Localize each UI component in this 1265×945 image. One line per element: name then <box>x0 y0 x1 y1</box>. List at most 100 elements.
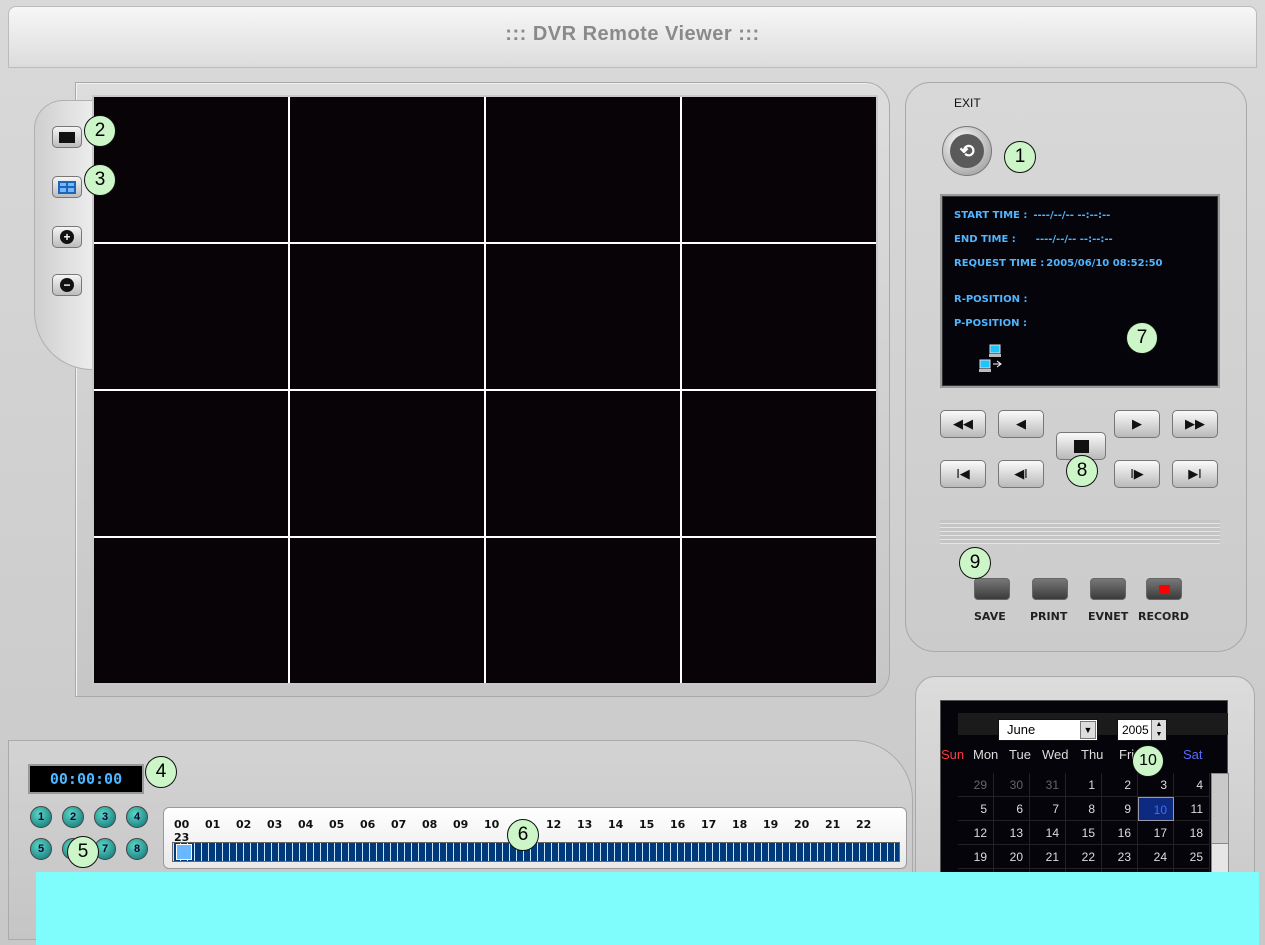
channel-view[interactable] <box>290 391 484 536</box>
channel-3-button[interactable]: 3 <box>94 806 116 828</box>
step-back-button[interactable]: ◀I <box>998 460 1044 488</box>
calendar-day[interactable]: 30 <box>994 773 1030 797</box>
timeline-track[interactable] <box>172 842 900 862</box>
channel-view[interactable] <box>94 97 288 242</box>
event-button[interactable] <box>1090 578 1126 600</box>
channel-view[interactable] <box>682 538 876 683</box>
calendar-day[interactable]: 23 <box>1102 845 1138 869</box>
single-view-button[interactable] <box>52 126 82 148</box>
channel-view[interactable] <box>94 244 288 389</box>
zoom-out-button[interactable]: − <box>52 274 82 296</box>
channel-5-button[interactable]: 5 <box>30 838 52 860</box>
channel-view[interactable] <box>290 244 484 389</box>
exit-button[interactable]: ⟲ <box>942 126 992 176</box>
record-label: RECORD <box>1138 610 1190 623</box>
month-value: June <box>1007 722 1036 737</box>
last-frame-button[interactable]: ▶I <box>1172 460 1218 488</box>
hour-label: 02 <box>236 818 252 831</box>
hour-label: 14 <box>608 818 624 831</box>
calendar-day[interactable]: 20 <box>994 845 1030 869</box>
calendar-day[interactable]: 15 <box>1066 821 1102 845</box>
calendar-day[interactable]: 5 <box>958 797 994 821</box>
network-computer-icon <box>979 344 1002 372</box>
callout-5: 5 <box>67 836 99 868</box>
end-time-value: ----/--/-- --:--:-- <box>1035 234 1113 245</box>
first-frame-button[interactable]: I◀ <box>940 460 986 488</box>
calendar-day[interactable]: 18 <box>1174 821 1210 845</box>
step-forward-button[interactable]: I▶ <box>1114 460 1160 488</box>
calendar-day[interactable]: 16 <box>1102 821 1138 845</box>
channel-4-button[interactable]: 4 <box>126 806 148 828</box>
end-time-label: END TIME : <box>954 234 1016 245</box>
r-position-label: R-POSITION : <box>954 294 1028 305</box>
calendar-day[interactable]: 8 <box>1066 797 1102 821</box>
zoom-in-button[interactable]: + <box>52 226 82 248</box>
channel-view[interactable] <box>486 97 680 242</box>
print-button[interactable] <box>1032 578 1068 600</box>
channel-8-button[interactable]: 8 <box>126 838 148 860</box>
calendar-day[interactable]: 13 <box>994 821 1030 845</box>
channel-2-button[interactable]: 2 <box>62 806 84 828</box>
rewind-button[interactable]: ◀◀ <box>940 410 986 438</box>
scroll-thumb[interactable] <box>1212 774 1228 844</box>
calendar-day[interactable]: 3 <box>1138 773 1174 797</box>
minus-icon: − <box>60 278 74 292</box>
weekday-tue: Tue <box>1009 747 1031 762</box>
calendar-day[interactable]: 19 <box>958 845 994 869</box>
calendar-day[interactable]: 6 <box>994 797 1030 821</box>
hour-label: 01 <box>205 818 221 831</box>
hour-label: 19 <box>763 818 779 831</box>
channel-view[interactable] <box>290 97 484 242</box>
channel-view[interactable] <box>290 538 484 683</box>
window-title: ::: DVR Remote Viewer ::: <box>505 23 760 45</box>
hour-label: 13 <box>577 818 593 831</box>
calendar-day[interactable]: 29 <box>958 773 994 797</box>
year-spinner[interactable]: 2005 ▲ ▼ <box>1117 719 1167 741</box>
calendar-day[interactable]: 9 <box>1102 797 1138 821</box>
calendar-day[interactable]: 7 <box>1030 797 1066 821</box>
hour-label: 21 <box>825 818 841 831</box>
calendar-day[interactable]: 11 <box>1174 797 1210 821</box>
channel-view[interactable] <box>682 97 876 242</box>
month-select[interactable]: June ▼ <box>998 719 1098 741</box>
hour-label: 04 <box>298 818 314 831</box>
calendar-day[interactable]: 1 <box>1066 773 1102 797</box>
calendar-day[interactable]: 10 <box>1138 797 1174 821</box>
save-button[interactable] <box>974 578 1010 600</box>
calendar-day[interactable]: 31 <box>1030 773 1066 797</box>
calendar-day[interactable]: 22 <box>1066 845 1102 869</box>
play-button[interactable]: ▶ <box>1114 410 1160 438</box>
callout-1: 1 <box>1004 141 1036 173</box>
quad-view-button[interactable] <box>52 176 82 198</box>
channel-view[interactable] <box>486 391 680 536</box>
hour-label: 06 <box>360 818 376 831</box>
channel-view[interactable] <box>682 244 876 389</box>
channel-view[interactable] <box>94 391 288 536</box>
calendar-day[interactable]: 12 <box>958 821 994 845</box>
channel-view[interactable] <box>94 538 288 683</box>
callout-3: 3 <box>84 164 116 196</box>
request-time-value: 2005/06/10 08:52:50 <box>1046 258 1163 269</box>
single-screen-icon <box>59 131 75 143</box>
channel-view[interactable] <box>486 244 680 389</box>
timeline-slider-thumb[interactable] <box>176 844 192 860</box>
channel-view[interactable] <box>682 391 876 536</box>
calendar-day[interactable]: 14 <box>1030 821 1066 845</box>
hour-label: 07 <box>391 818 407 831</box>
calendar-day[interactable]: 2 <box>1102 773 1138 797</box>
play-backward-button[interactable]: ◀ <box>998 410 1044 438</box>
channel-view[interactable] <box>486 538 680 683</box>
calendar-day[interactable]: 4 <box>1174 773 1210 797</box>
calendar-day[interactable]: 17 <box>1138 821 1174 845</box>
calendar-day[interactable]: 21 <box>1030 845 1066 869</box>
weekday-mon: Mon <box>973 747 999 762</box>
fast-forward-button[interactable]: ▶▶ <box>1172 410 1218 438</box>
record-button[interactable] <box>1146 578 1182 600</box>
dropdown-arrow-icon[interactable]: ▼ <box>1080 721 1096 739</box>
calendar-day[interactable]: 24 <box>1138 845 1174 869</box>
hour-label: 03 <box>267 818 283 831</box>
spinner-arrows-icon[interactable]: ▲ ▼ <box>1151 720 1166 740</box>
title-bar: ::: DVR Remote Viewer ::: <box>8 6 1257 68</box>
channel-1-button[interactable]: 1 <box>30 806 52 828</box>
calendar-day[interactable]: 25 <box>1174 845 1210 869</box>
